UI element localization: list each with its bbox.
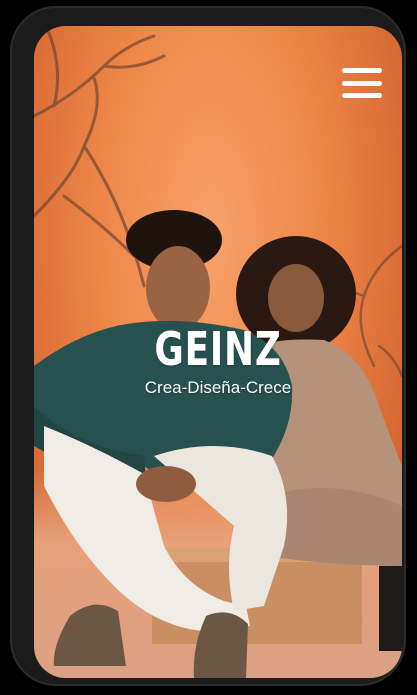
hamburger-menu-icon-bar-2	[342, 80, 382, 86]
phone-frame: GEINZ Crea-Diseña-Crece	[10, 6, 406, 686]
tagline: Crea-Diseña-Crece	[144, 378, 292, 397]
hamburger-menu-icon	[342, 68, 382, 73]
screen: GEINZ Crea-Diseña-Crece	[34, 26, 402, 678]
hamburger-menu-icon-bar-3	[342, 93, 382, 98]
brand-logo: GEINZ	[154, 322, 282, 376]
menu-button[interactable]	[340, 68, 384, 98]
